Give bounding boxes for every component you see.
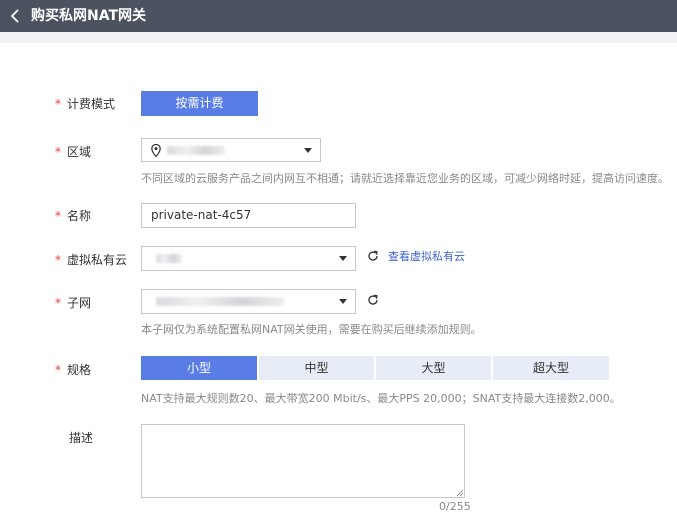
- name-label: * 名称: [55, 209, 92, 223]
- region-label: * 区域: [55, 145, 92, 159]
- required-mark: *: [55, 97, 61, 111]
- billing-label: * 计费模式: [55, 97, 116, 111]
- view-vpc-link[interactable]: 查看虚拟私有云: [388, 250, 465, 264]
- required-mark: *: [55, 253, 61, 267]
- required-mark: *: [55, 145, 61, 159]
- page-title: 购买私网NAT网关: [31, 8, 147, 24]
- region-select[interactable]: [141, 138, 321, 162]
- blurred-vpc-value: [156, 254, 182, 263]
- chevron-down-icon: [304, 148, 312, 153]
- required-mark: *: [55, 363, 61, 377]
- spec-option-small[interactable]: 小型: [141, 356, 257, 380]
- blurred-region-value: [167, 146, 225, 155]
- spec-option-extra-large[interactable]: 超大型: [493, 356, 609, 380]
- chevron-down-icon: [339, 256, 347, 261]
- vpc-select[interactable]: [141, 246, 356, 271]
- vpc-label: * 虚拟私有云: [55, 253, 128, 267]
- refresh-vpc-icon[interactable]: [367, 250, 379, 262]
- blurred-subnet-value: [156, 297, 284, 306]
- spec-label: * 规格: [55, 363, 92, 377]
- required-mark: *: [55, 296, 61, 310]
- description-char-counter: 0/255: [439, 500, 471, 513]
- spec-hint: NAT支持最大规则数20、最大带宽200 Mbit/s、最大PPS 20,000…: [141, 392, 621, 405]
- location-pin-icon: [151, 144, 161, 157]
- spec-option-large[interactable]: 大型: [376, 356, 491, 380]
- subnet-label: * 子网: [55, 296, 92, 310]
- chevron-down-icon: [339, 299, 347, 304]
- refresh-subnet-icon[interactable]: [367, 294, 379, 306]
- back-arrow-icon[interactable]: [6, 6, 26, 26]
- subnet-select[interactable]: [141, 289, 356, 314]
- top-bar: 购买私网NAT网关: [0, 0, 677, 32]
- resize-grip-icon[interactable]: [455, 488, 464, 497]
- spec-option-medium[interactable]: 中型: [259, 356, 374, 380]
- description-label: 描述: [69, 431, 94, 445]
- description-textarea[interactable]: [141, 424, 465, 498]
- subnet-hint: 本子网仅为系统配置私网NAT网关使用，需要在购买后继续添加规则。: [141, 323, 482, 336]
- pay-per-use-button[interactable]: 按需计费: [141, 91, 258, 116]
- region-hint: 不同区域的云服务产品之间内网互不相通；请就近选择靠近您业务的区域，可减少网络时延…: [141, 172, 669, 185]
- name-input[interactable]: private-nat-4c57: [141, 203, 356, 228]
- required-mark: *: [55, 209, 61, 223]
